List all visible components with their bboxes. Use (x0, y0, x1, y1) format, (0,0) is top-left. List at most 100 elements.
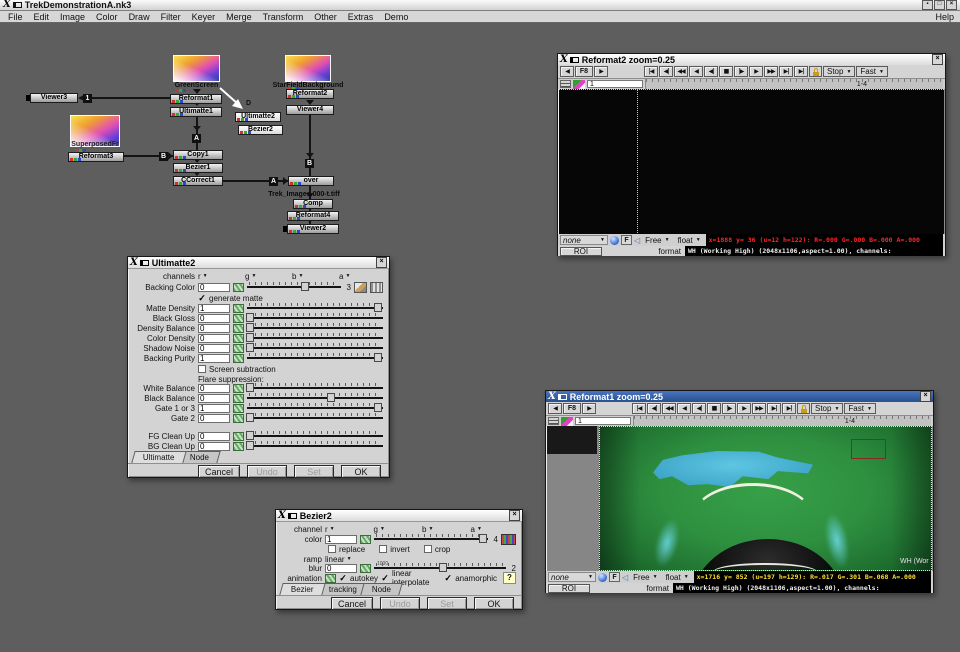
param-value-input[interactable] (325, 564, 357, 573)
slider-handle[interactable] (479, 534, 487, 543)
close-icon[interactable]: × (376, 257, 387, 268)
grid-icon[interactable] (501, 534, 516, 545)
node-reformat1[interactable]: Reformat1 (170, 94, 222, 104)
param-slider[interactable] (247, 343, 383, 353)
step-back-button[interactable]: ◀| (704, 66, 718, 77)
param-slider[interactable] (247, 383, 383, 393)
param-slider[interactable] (247, 303, 383, 313)
param-value-input[interactable] (198, 334, 230, 343)
slider-handle[interactable] (246, 343, 254, 352)
slider-handle[interactable] (246, 383, 254, 392)
tab-node[interactable]: Node (360, 583, 403, 595)
param-value-input[interactable] (198, 354, 230, 363)
param-slider[interactable] (247, 313, 383, 323)
channels-icon[interactable] (561, 417, 573, 426)
node-viewer4[interactable]: Viewer4 (286, 105, 334, 115)
step-forward-button[interactable]: |▶ (722, 403, 736, 414)
param-slider[interactable] (247, 413, 383, 423)
greenscreen-plate[interactable]: WH (Wor (599, 426, 932, 571)
channel-select-r[interactable]: r▼ (198, 272, 242, 281)
node-ultimatte1[interactable]: Ultimatte1 (170, 107, 222, 117)
node-viewer2[interactable]: Viewer2 (287, 224, 339, 234)
speed-select[interactable]: Fast▼ (844, 403, 876, 414)
stop-button[interactable]: ■ (707, 403, 721, 414)
channel-select-r[interactable]: r▼ (325, 525, 371, 534)
animation-menu-icon[interactable] (233, 404, 244, 413)
animation-menu-icon[interactable] (233, 334, 244, 343)
go-end-button[interactable]: ▶| (782, 403, 796, 414)
stop-button[interactable]: ■ (719, 66, 733, 77)
animation-menu-icon[interactable] (233, 283, 244, 292)
zoom-mode-select[interactable]: Free▼ (642, 235, 672, 246)
cancel-button[interactable]: Cancel (198, 465, 240, 478)
playback-mode-select[interactable]: Stop▼ (823, 66, 855, 77)
animation-menu-icon[interactable] (233, 344, 244, 353)
rewind-button[interactable]: ◀◀ (674, 66, 688, 77)
checkbox-anamorphic[interactable]: ✓ (444, 574, 452, 583)
grid-icon[interactable] (548, 417, 559, 425)
viewer-image[interactable]: WH (Wor (547, 426, 932, 571)
param-slider[interactable] (247, 282, 341, 292)
prev-frame-button[interactable]: ◀ (689, 66, 703, 77)
animation-menu-icon[interactable] (233, 384, 244, 393)
slider-handle[interactable] (301, 282, 309, 291)
animation-menu-icon[interactable] (233, 432, 244, 441)
param-value-input[interactable] (198, 283, 230, 292)
prev-view-button[interactable]: ◀ (560, 66, 574, 77)
color-picker-icon[interactable] (354, 282, 367, 293)
slider-handle[interactable] (246, 323, 254, 332)
tab-bezier[interactable]: Bezier (279, 583, 325, 595)
param-value-input[interactable] (198, 314, 230, 323)
node-thumbnail-greenscreen[interactable] (173, 55, 220, 82)
f8-button[interactable]: F8 (563, 403, 581, 414)
param-value-input[interactable] (198, 432, 230, 441)
rewind-button[interactable]: ◀◀ (662, 403, 676, 414)
display-gamma-icon[interactable] (610, 236, 619, 245)
animation-menu-icon[interactable] (233, 324, 244, 333)
animation-menu-icon[interactable] (233, 442, 244, 451)
prev-frame-button[interactable]: ◀ (677, 403, 691, 414)
depth-select[interactable]: float▼ (675, 235, 704, 246)
checkbox-autokey[interactable]: ✓ (339, 574, 347, 583)
param-value-input[interactable] (198, 404, 230, 413)
dialog-titlebar[interactable]: X Bezier2 × (276, 510, 522, 522)
speed-select[interactable]: Fast▼ (856, 66, 888, 77)
checkbox-linear-interpolate[interactable]: ✓ (381, 574, 389, 583)
close-icon[interactable]: × (509, 510, 520, 521)
param-value-input[interactable] (198, 304, 230, 313)
checkbox-replace[interactable] (328, 545, 336, 553)
display-gamma-icon[interactable] (598, 573, 607, 582)
param-slider[interactable] (374, 534, 488, 544)
roi-button[interactable]: ROI (548, 584, 590, 593)
ok-button[interactable]: OK (474, 597, 514, 610)
slider-handle[interactable] (327, 393, 335, 402)
timeline-ruler[interactable]: 1-4 (645, 79, 943, 89)
prev-key-button[interactable]: ◀| (647, 403, 661, 414)
param-value-input[interactable] (198, 344, 230, 353)
step-forward-button[interactable]: |▶ (734, 66, 748, 77)
channel-select-g[interactable]: g▼ (374, 525, 420, 534)
slider-handle[interactable] (246, 441, 254, 450)
slider-handle[interactable] (374, 403, 382, 412)
tab-ultimatte[interactable]: Ultimatte (131, 451, 186, 463)
animation-menu-icon[interactable] (233, 304, 244, 313)
undo-button[interactable]: Undo (380, 597, 420, 610)
close-icon[interactable]: × (920, 391, 931, 402)
node-bezier2[interactable]: Bezier2 (238, 125, 283, 135)
f8-button[interactable]: F8 (575, 66, 593, 77)
animation-menu-icon[interactable] (360, 564, 371, 573)
compare-icon[interactable]: ◁ (634, 236, 640, 245)
param-slider[interactable] (247, 403, 383, 413)
next-view-button[interactable]: ▶ (582, 403, 596, 414)
play-button[interactable]: ▶ (749, 66, 763, 77)
param-slider[interactable] (247, 431, 383, 441)
next-key-button[interactable]: ▶| (779, 66, 793, 77)
frame-input[interactable] (587, 80, 643, 88)
channel-select-a[interactable]: a▼ (471, 525, 517, 534)
full-res-button[interactable]: F (609, 572, 620, 582)
param-value-input[interactable] (198, 324, 230, 333)
param-slider[interactable] (247, 441, 383, 451)
dialog-titlebar[interactable]: X Ultimatte2 × (128, 257, 389, 269)
zoom-mode-select[interactable]: Free▼ (630, 572, 660, 583)
ok-button[interactable]: OK (341, 465, 381, 478)
